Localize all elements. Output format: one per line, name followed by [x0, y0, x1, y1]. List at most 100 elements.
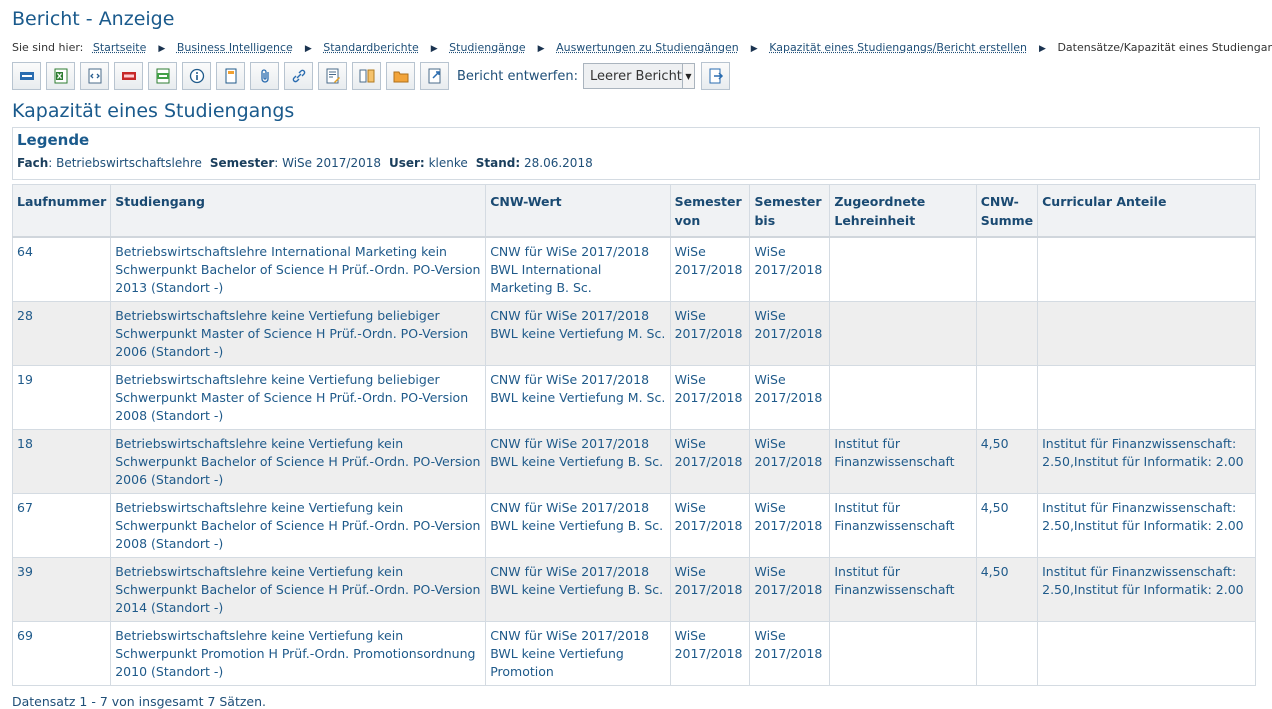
cell-cnw-wert: CNW für WiSe 2017/2018 BWL keine Vertief…	[485, 429, 671, 494]
bookmark-icon	[225, 68, 236, 84]
cell-semester-von: WiSe 2017/2018	[670, 365, 751, 430]
toolbar: Bericht entwerfen: Leerer Bericht ▼	[12, 61, 1260, 91]
cell-cnw-summe: 4,50	[976, 429, 1039, 494]
column-header-studiengang[interactable]: Studiengang	[110, 184, 487, 238]
design-report-select[interactable]: Leerer Bericht ▼	[583, 63, 695, 89]
cell-semester-bis: WiSe 2017/2018	[749, 493, 831, 558]
cell-semester-von: WiSe 2017/2018	[670, 429, 751, 494]
cell-semester-bis: WiSe 2017/2018	[749, 621, 831, 686]
xml-export-button[interactable]	[80, 62, 109, 90]
column-header-cnw-wert[interactable]: CNW-Wert	[485, 184, 671, 238]
excel-export-icon	[54, 68, 67, 84]
link-button[interactable]	[284, 62, 313, 90]
attachment-button[interactable]	[250, 62, 279, 90]
cell-semester-von: WiSe 2017/2018	[670, 301, 751, 366]
breadcrumb-separator-icon: ▶	[158, 44, 166, 54]
breadcrumb-item-auswertungen[interactable]: Auswertungen zu Studiengängen	[556, 41, 739, 54]
breadcrumb-item-startseite[interactable]: Startseite	[93, 41, 147, 54]
export-edit-button[interactable]	[420, 62, 449, 90]
cell-semester-bis: WiSe 2017/2018	[749, 557, 831, 622]
cell-cnw-summe: 4,50	[976, 493, 1039, 558]
edit-report-button[interactable]	[318, 62, 347, 90]
cell-studiengang: Betriebswirtschaftslehre keine Vertiefun…	[110, 493, 487, 558]
cell-laufnummer: 69	[12, 621, 112, 686]
cell-curricular-anteile	[1037, 365, 1256, 430]
legend-stand-value: 28.06.2018	[524, 156, 593, 170]
cell-lehreinheit: Institut für Finanzwissenschaft	[829, 557, 977, 622]
compare-button[interactable]	[352, 62, 381, 90]
cell-cnw-summe	[976, 236, 1039, 302]
cell-curricular-anteile: Institut für Finanzwissenschaft: 2.50,In…	[1037, 493, 1256, 558]
breadcrumb-item-studiengaenge[interactable]: Studiengänge	[449, 41, 526, 54]
breadcrumb-item-business-intelligence[interactable]: Business Intelligence	[177, 41, 293, 54]
html-export-button[interactable]	[12, 62, 41, 90]
cell-studiengang: Betriebswirtschaftslehre keine Vertiefun…	[110, 621, 487, 686]
legend-semester-label: Semester	[209, 156, 275, 170]
cell-cnw-wert: CNW für WiSe 2017/2018 BWL keine Vertief…	[485, 557, 671, 622]
report-table: Laufnummer Studiengang CNW-Wert Semester…	[12, 184, 1256, 686]
cell-semester-bis: WiSe 2017/2018	[749, 429, 831, 494]
breadcrumb-item-kapazitaet-bericht[interactable]: Kapazität eines Studiengangs/Bericht ers…	[769, 41, 1027, 54]
cell-cnw-summe: 4,50	[976, 557, 1039, 622]
attachment-icon	[260, 69, 269, 83]
cell-cnw-wert: CNW für WiSe 2017/2018 BWL keine Vertief…	[485, 365, 671, 430]
cell-cnw-wert: CNW für WiSe 2017/2018 BWL keine Vertief…	[485, 493, 671, 558]
cell-laufnummer: 28	[12, 301, 112, 366]
column-header-laufnummer[interactable]: Laufnummer	[12, 184, 112, 238]
cell-studiengang: Betriebswirtschaftslehre keine Vertiefun…	[110, 557, 487, 622]
cell-laufnummer: 64	[12, 236, 112, 302]
folder-icon	[393, 71, 408, 83]
cell-semester-von: WiSe 2017/2018	[670, 493, 751, 558]
cell-studiengang: Betriebswirtschaftslehre International M…	[110, 236, 487, 302]
info-button[interactable]	[182, 62, 211, 90]
compare-icon	[359, 69, 374, 83]
breadcrumb: Sie sind hier: Startseite ▶ Business Inte…	[12, 41, 1272, 55]
cell-curricular-anteile	[1037, 621, 1256, 686]
cell-laufnummer: 18	[12, 429, 112, 494]
legend-user-label: User:	[388, 156, 425, 170]
legend-fach-label: Fach	[17, 156, 49, 170]
cell-curricular-anteile: Institut für Finanzwissenschaft: 2.50,In…	[1037, 429, 1256, 494]
edit-report-icon	[326, 68, 340, 84]
page-title: Bericht - Anzeige	[12, 8, 175, 30]
export-edit-icon	[428, 68, 440, 84]
cell-semester-von: WiSe 2017/2018	[670, 557, 751, 622]
breadcrumb-separator-icon: ▶	[537, 44, 545, 54]
excel-export-button[interactable]	[46, 62, 75, 90]
csv-export-button[interactable]	[148, 62, 177, 90]
pdf-export-button[interactable]	[114, 62, 143, 90]
apply-design-button[interactable]	[701, 62, 730, 90]
cell-curricular-anteile	[1037, 236, 1256, 302]
cell-semester-von: WiSe 2017/2018	[670, 621, 751, 686]
breadcrumb-item-standardberichte[interactable]: Standardberichte	[323, 41, 418, 54]
table-row: 18 Betriebswirtschaftslehre keine Vertie…	[12, 429, 1256, 494]
legend-user-value: klenke	[428, 156, 468, 170]
cell-lehreinheit: Institut für Finanzwissenschaft	[829, 493, 977, 558]
cell-semester-bis: WiSe 2017/2018	[749, 301, 831, 366]
report-title: Kapazität eines Studiengangs	[12, 100, 295, 122]
bookmark-button[interactable]	[216, 62, 245, 90]
legend-details: Fach: Betriebswirtschaftslehre Semester: …	[17, 156, 1255, 170]
info-icon	[189, 68, 204, 84]
column-header-lehreinheit[interactable]: Zugeordnete Lehreinheit	[829, 184, 977, 238]
cell-laufnummer: 67	[12, 493, 112, 558]
csv-export-icon	[156, 68, 169, 84]
design-report-select-value: Leerer Bericht	[590, 68, 682, 84]
cell-lehreinheit	[829, 365, 977, 430]
cell-cnw-summe	[976, 621, 1039, 686]
column-header-curricular-anteile[interactable]: Curricular Anteile	[1037, 184, 1256, 238]
column-header-cnw-summe[interactable]: CNW-Summe	[976, 184, 1039, 238]
cell-lehreinheit: Institut für Finanzwissenschaft	[829, 429, 977, 494]
column-header-semester-von[interactable]: Semester von	[670, 184, 751, 238]
cell-semester-bis: WiSe 2017/2018	[749, 365, 831, 430]
apply-icon	[709, 68, 723, 84]
cell-lehreinheit	[829, 301, 977, 366]
table-row: 19 Betriebswirtschaftslehre keine Vertie…	[12, 365, 1256, 430]
breadcrumb-separator-icon: ▶	[430, 44, 438, 54]
xml-export-icon	[88, 68, 101, 84]
cell-studiengang: Betriebswirtschaftslehre keine Vertiefun…	[110, 301, 487, 366]
folder-button[interactable]	[386, 62, 415, 90]
table-row: 28 Betriebswirtschaftslehre keine Vertie…	[12, 301, 1256, 366]
column-header-semester-bis[interactable]: Semester bis	[749, 184, 831, 238]
cell-cnw-wert: CNW für WiSe 2017/2018 BWL International…	[485, 236, 671, 302]
